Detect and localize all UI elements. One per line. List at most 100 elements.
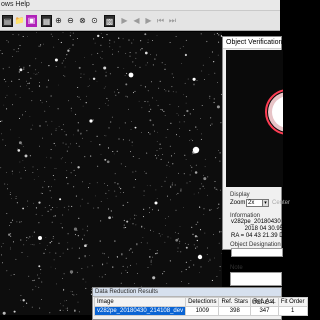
star (15, 196, 17, 197)
chevron-down-icon[interactable]: ▾ (262, 199, 269, 207)
star (125, 83, 128, 86)
star (62, 278, 63, 280)
column-header[interactable]: Detections (185, 297, 220, 307)
star (85, 95, 87, 97)
star (178, 114, 179, 116)
star (67, 233, 69, 235)
star (102, 252, 104, 254)
star (134, 214, 136, 216)
column-header[interactable]: Image (93, 297, 187, 307)
star (104, 183, 105, 184)
star (84, 256, 86, 258)
zoom-out-icon[interactable]: ⊖ (65, 15, 76, 27)
star (201, 183, 203, 185)
menu-partial-text[interactable]: ows Help (1, 1, 30, 8)
star (73, 186, 75, 188)
star (177, 172, 179, 174)
star (118, 186, 120, 188)
zoom-select[interactable]: 2x (246, 199, 263, 207)
star (109, 46, 111, 48)
star (179, 121, 181, 123)
star (50, 209, 52, 211)
star (213, 98, 215, 100)
star (144, 227, 146, 229)
star (170, 237, 172, 239)
column-header[interactable]: Fit Order (277, 297, 308, 307)
star (2, 139, 4, 141)
star (185, 159, 187, 160)
star (156, 249, 158, 252)
star (169, 41, 171, 44)
star (70, 107, 72, 109)
table-cell[interactable]: 347 (250, 306, 279, 316)
star (120, 282, 122, 284)
star (181, 281, 182, 283)
star (58, 126, 60, 128)
star (19, 45, 21, 46)
star (106, 97, 108, 99)
star (22, 146, 24, 148)
star (19, 85, 21, 87)
star (156, 140, 158, 142)
image-stack-icon[interactable]: ▦ (41, 14, 52, 27)
star (182, 46, 184, 47)
center-button[interactable]: Center (272, 200, 290, 206)
play-icon[interactable]: ▶ (119, 15, 130, 27)
star (127, 201, 129, 203)
star (47, 210, 49, 212)
open-image-icon[interactable]: ▤ (2, 14, 13, 27)
star (135, 170, 137, 172)
star (23, 66, 25, 68)
designation-input[interactable] (231, 248, 283, 257)
star (41, 280, 43, 282)
star (38, 176, 40, 177)
star (35, 213, 37, 215)
star (140, 84, 142, 86)
first-icon[interactable]: ⏮ (155, 15, 166, 27)
folder-icon[interactable]: 📁 (14, 15, 25, 27)
star (161, 186, 163, 187)
star (43, 252, 45, 254)
star (89, 85, 90, 86)
star (122, 204, 124, 206)
star (170, 122, 172, 124)
star (133, 186, 135, 188)
star (66, 150, 68, 152)
table-cell[interactable]: 1 (277, 306, 308, 316)
table-cell[interactable]: 1009 (185, 306, 220, 316)
star (199, 229, 202, 231)
star (73, 134, 74, 136)
star (13, 274, 15, 275)
star (49, 242, 51, 244)
zoom-fit-icon[interactable]: ⊗ (77, 15, 88, 27)
star (171, 86, 173, 88)
star (133, 39, 134, 41)
table-row[interactable]: v282pe_20180430_214108_dev 1009 398 347 … (93, 306, 308, 316)
star (118, 92, 120, 94)
sky-image[interactable] (0, 32, 222, 315)
star (172, 91, 174, 93)
star (216, 81, 219, 84)
star (60, 41, 62, 44)
star (52, 236, 54, 237)
settings-icon[interactable]: ▣ (26, 14, 37, 27)
star (185, 269, 187, 271)
star (167, 195, 168, 197)
star (59, 256, 61, 257)
zoom-in-icon[interactable]: ⊕ (53, 15, 64, 27)
next-icon[interactable]: ▶ (143, 15, 154, 27)
table-cell[interactable]: v282pe_20180430_214108_dev (93, 306, 187, 316)
last-icon[interactable]: ⏭ (167, 15, 178, 27)
star (196, 239, 198, 242)
star (1, 53, 3, 55)
table-cell[interactable]: 398 (218, 306, 252, 316)
star (78, 257, 80, 259)
zoom-100-icon[interactable]: ⊙ (89, 15, 100, 27)
column-header[interactable]: Ref. Stars (218, 297, 252, 307)
star (27, 200, 29, 202)
prev-icon[interactable]: ◀ (131, 15, 142, 27)
pick-icon[interactable]: ▩ (104, 14, 115, 27)
star (131, 145, 133, 147)
note-input[interactable] (230, 272, 282, 286)
star (5, 172, 7, 174)
